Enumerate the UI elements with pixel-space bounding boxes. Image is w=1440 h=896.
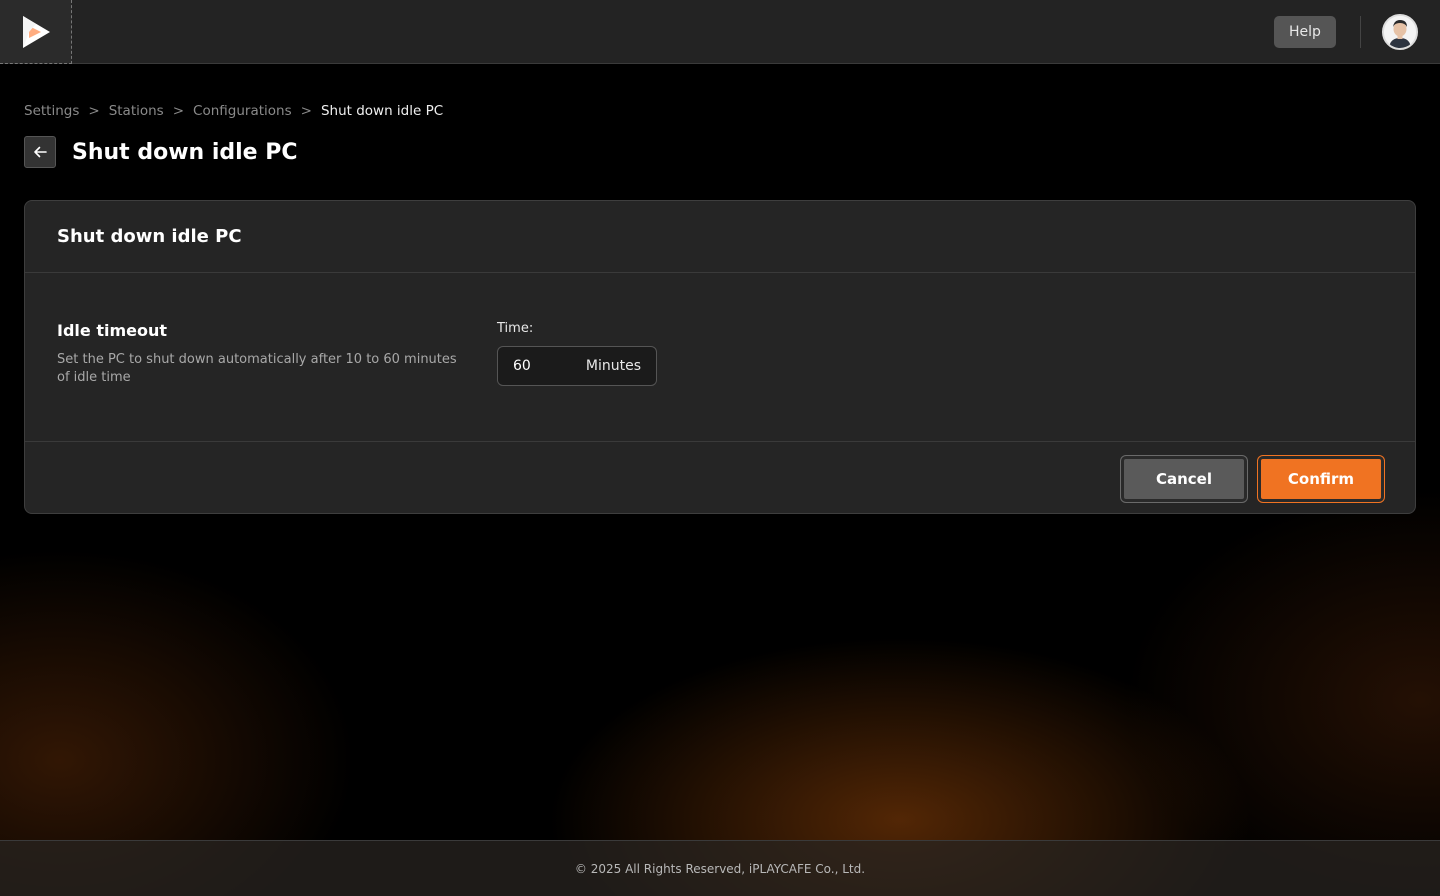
settings-card: Shut down idle PC Idle timeout Set the P…	[24, 200, 1416, 514]
confirm-button[interactable]: Confirm	[1258, 456, 1384, 502]
avatar[interactable]	[1382, 14, 1418, 50]
time-unit-label: Minutes	[585, 358, 641, 374]
top-bar: Help	[0, 0, 1440, 64]
logo-button[interactable]	[0, 0, 72, 64]
idle-timeout-title: Idle timeout	[57, 321, 167, 340]
back-button[interactable]	[24, 136, 56, 168]
breadcrumb-item-stations[interactable]: Stations	[109, 103, 164, 119]
breadcrumb-separator: >	[300, 103, 312, 119]
breadcrumb: Settings > Stations > Configurations > S…	[24, 102, 443, 120]
breadcrumb-item-current: Shut down idle PC	[320, 103, 444, 119]
copyright-text: © 2025 All Rights Reserved, iPLAYCAFE Co…	[574, 861, 866, 876]
card-body: Idle timeout Set the PC to shut down aut…	[25, 273, 1415, 442]
idle-timeout-description: Set the PC to shut down automatically af…	[57, 352, 457, 385]
breadcrumb-separator: >	[88, 103, 100, 119]
header-divider	[1360, 16, 1361, 48]
page-footer: © 2025 All Rights Reserved, iPLAYCAFE Co…	[0, 840, 1440, 896]
time-input-value[interactable]: 60	[513, 358, 531, 374]
page-title: Shut down idle PC	[72, 140, 298, 165]
arrow-left-icon	[34, 146, 47, 158]
cancel-button[interactable]: Cancel	[1121, 456, 1247, 502]
breadcrumb-separator: >	[172, 103, 185, 119]
user-avatar-icon	[1384, 16, 1416, 48]
time-label: Time:	[497, 321, 534, 336]
card-header: Shut down idle PC	[25, 201, 1415, 273]
card-title: Shut down idle PC	[57, 226, 242, 247]
card-footer: Cancel Confirm	[25, 442, 1415, 513]
breadcrumb-item-configurations[interactable]: Configurations	[193, 103, 292, 119]
play-logo-icon	[22, 15, 50, 48]
breadcrumb-item-settings[interactable]: Settings	[24, 103, 79, 119]
help-button[interactable]: Help	[1274, 16, 1336, 48]
time-input[interactable]: 60 Minutes	[497, 346, 657, 386]
